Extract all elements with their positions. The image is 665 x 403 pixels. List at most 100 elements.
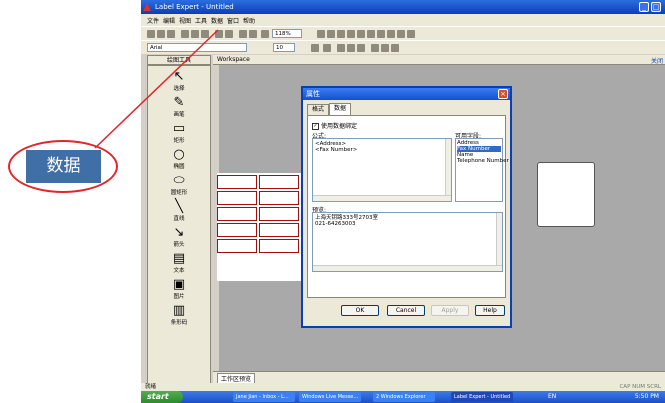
line-color-icon[interactable] (323, 44, 331, 52)
arrow-icon: ↘ (173, 225, 185, 240)
tool-rounded-rect[interactable]: ⬭ 圆矩形 (148, 174, 210, 197)
language-indicator[interactable]: EN (548, 393, 556, 400)
barcode-tool-icon[interactable] (407, 30, 415, 38)
fill-color-icon[interactable] (311, 44, 319, 52)
preview-area: 上海天钥路333号2703室 021-64263003 (312, 212, 503, 272)
tool-barcode[interactable]: ▥ 条形码 (148, 304, 210, 327)
minimize-icon[interactable]: _ (639, 2, 649, 12)
menu-file[interactable]: 文件 (147, 16, 159, 25)
taskbar: start Jane Jian - Inbox - L... Windows L… (141, 391, 665, 403)
label-cell[interactable] (259, 239, 299, 253)
print-icon[interactable] (239, 30, 247, 38)
open-icon[interactable] (157, 30, 165, 38)
line-tool-icon[interactable] (367, 30, 375, 38)
ok-button[interactable]: OK (341, 305, 379, 316)
horizontal-scrollbar[interactable] (313, 195, 451, 201)
label-cell[interactable] (259, 175, 299, 189)
field-item[interactable]: Telephone Number (457, 158, 509, 164)
available-fields-list[interactable]: Address Fax Number Name Telephone Number (455, 138, 509, 202)
checkmark-icon: ✓ (312, 123, 319, 130)
help-icon[interactable] (261, 30, 269, 38)
font-size-select[interactable]: 10 (273, 43, 295, 52)
tool-ellipse[interactable]: ○ 椭圆 (148, 148, 210, 171)
cut-icon[interactable] (181, 30, 189, 38)
redo-icon[interactable] (225, 30, 233, 38)
start-button[interactable]: start (141, 391, 183, 403)
align-left-icon[interactable] (371, 44, 379, 52)
tool-select[interactable]: ↖ 选择 (148, 70, 210, 93)
text-icon: ▤ (172, 251, 186, 266)
label-cell[interactable] (259, 207, 299, 221)
rect-tool-icon[interactable] (337, 30, 345, 38)
align-center-icon[interactable] (381, 44, 389, 52)
label-cell[interactable] (217, 239, 257, 253)
apply-button[interactable]: Apply (431, 305, 469, 316)
vertical-scrollbar[interactable] (445, 139, 451, 201)
save-icon[interactable] (167, 30, 175, 38)
drawing-tools-tab[interactable]: 绘图工具 (147, 55, 211, 65)
tool-text[interactable]: ▤ 文本 (148, 252, 210, 275)
tool-image[interactable]: ▣ 图片 (148, 278, 210, 301)
callout-label: 数据 (26, 150, 101, 183)
rounded-rect-tool-icon[interactable] (357, 30, 365, 38)
font-name-select[interactable]: Arial (147, 43, 247, 52)
cancel-button[interactable]: Cancel (387, 305, 425, 316)
label-cell[interactable] (217, 191, 257, 205)
workspace-right-label[interactable]: 关闭 (651, 56, 663, 65)
label-cell[interactable] (217, 223, 257, 237)
formula-textarea[interactable]: <Address> <Fax Number> (312, 138, 452, 202)
pen-tool-icon[interactable] (327, 30, 335, 38)
horizontal-scrollbar[interactable] (313, 265, 502, 271)
label-cell[interactable] (217, 207, 257, 221)
tool-rectangle[interactable]: ▭ 矩形 (148, 122, 210, 145)
tool-arrow[interactable]: ↘ 箭头 (148, 226, 210, 249)
copy-icon[interactable] (191, 30, 199, 38)
task-item[interactable]: Windows Live Messe... (299, 392, 361, 402)
close-icon[interactable]: × (498, 89, 508, 99)
preview-icon[interactable] (249, 30, 257, 38)
line-icon: ╲ (175, 199, 183, 214)
menu-bar: 文件 编辑 视图 工具 数据 窗口 帮助 (141, 14, 665, 26)
label-cell[interactable] (259, 191, 299, 205)
paste-icon[interactable] (201, 30, 209, 38)
pen-icon: ✎ (173, 95, 185, 110)
task-item[interactable]: Jane Jian - Inbox - L... (233, 392, 295, 402)
ellipse-tool-icon[interactable] (347, 30, 355, 38)
task-item[interactable]: 2 Windows Explorer (373, 392, 435, 402)
undo-icon[interactable] (215, 30, 223, 38)
data-tab-body: ✓ 使用数据绑定 公式: <Address> <Fax Number> 可用字段:… (307, 115, 509, 298)
bold-icon[interactable] (337, 44, 345, 52)
image-tool-icon[interactable] (397, 30, 405, 38)
maximize-icon[interactable]: □ (651, 2, 661, 12)
tab-data[interactable]: 数据 (329, 103, 352, 115)
help-button[interactable]: Help (475, 305, 505, 316)
new-icon[interactable] (147, 30, 155, 38)
text-tool-icon[interactable] (387, 30, 395, 38)
task-item-active[interactable]: Label Expert - Untitled (451, 392, 513, 402)
select-tool-icon[interactable] (317, 30, 325, 38)
label-card-preview[interactable] (537, 162, 595, 227)
tool-line[interactable]: ╲ 直线 (148, 200, 210, 223)
menu-edit[interactable]: 编辑 (163, 16, 175, 25)
underline-icon[interactable] (357, 44, 365, 52)
app-titlebar: Label Expert - Untitled _ □ (141, 0, 665, 14)
use-binding-checkbox[interactable]: ✓ 使用数据绑定 (312, 121, 357, 130)
format-toolbar: Arial 10 (141, 40, 665, 54)
tab-format[interactable]: 格式 (307, 104, 330, 115)
italic-icon[interactable] (347, 44, 355, 52)
label-sheet[interactable] (217, 173, 302, 281)
label-cell[interactable] (259, 223, 299, 237)
vertical-scrollbar[interactable] (496, 213, 502, 271)
menu-data[interactable]: 数据 (211, 16, 223, 25)
menu-view[interactable]: 视图 (179, 16, 191, 25)
menu-help[interactable]: 帮助 (243, 16, 255, 25)
align-right-icon[interactable] (391, 44, 399, 52)
drawing-tools-panel: ↖ 选择 ✎ 画笔 ▭ 矩形 ○ 椭圆 ⬭ 圆矩形 ╲ 直线 ↘ 箭头 ▤ 文本 (147, 65, 211, 385)
menu-tools[interactable]: 工具 (195, 16, 207, 25)
formula-line: <Fax Number> (315, 147, 358, 153)
menu-window[interactable]: 窗口 (227, 16, 239, 25)
label-cell[interactable] (217, 175, 257, 189)
arrow-tool-icon[interactable] (377, 30, 385, 38)
tool-pen[interactable]: ✎ 画笔 (148, 96, 210, 119)
zoom-select[interactable]: 118% (272, 29, 302, 38)
